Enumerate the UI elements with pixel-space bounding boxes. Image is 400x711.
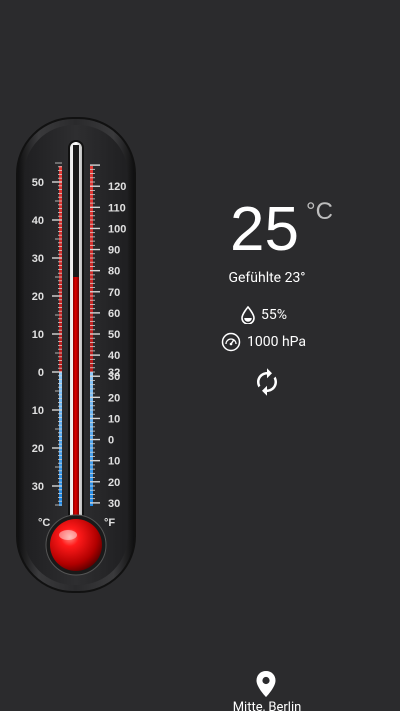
location-pin-icon[interactable]: [255, 670, 277, 698]
refresh-icon: [257, 368, 277, 396]
celsius-tick-label: 10: [32, 405, 44, 417]
bulb-highlight: [59, 530, 77, 540]
fahrenheit-tick-label: 70: [108, 287, 120, 299]
fahrenheit-tick-label: 60: [108, 308, 120, 320]
fahrenheit-tick-label: 30: [108, 498, 120, 510]
fahrenheit-tick-label: 10: [108, 413, 120, 425]
thermometer-widget: 50403020100102030 1201101009080706050403…: [16, 117, 136, 593]
temperature-value: 25: [230, 195, 299, 264]
water-drop-icon: [241, 306, 255, 324]
pressure-row: 1000 hPa: [221, 331, 306, 353]
fahrenheit-tick-label: 110: [108, 202, 126, 214]
celsius-labels: 50 40 30 20 10 0 10 20 30: [32, 177, 44, 493]
fahrenheit-tick-label: 40: [108, 350, 120, 362]
celsius-tick-label: 40: [32, 215, 44, 227]
location-label[interactable]: Mitte, Berlin: [200, 700, 334, 711]
fahrenheit-tick-label: 50: [108, 329, 120, 341]
celsius-tick-label: 30: [32, 253, 44, 265]
fahrenheit-warm-bar: [90, 166, 93, 372]
celsius-tick-label: 20: [32, 291, 44, 303]
humidity-row: 55%: [241, 304, 287, 326]
celsius-unit-label: °C: [38, 517, 50, 529]
fahrenheit-tick-label: 120: [108, 181, 126, 193]
fahrenheit-tick-label: 20: [108, 477, 120, 489]
gauge-icon: [221, 332, 241, 352]
mercury-column: [73, 277, 79, 540]
feels-like-label: Gefühlte 23°: [228, 270, 306, 286]
fahrenheit-tick-label: 90: [108, 245, 120, 257]
celsius-tick-label: 20: [32, 443, 44, 455]
fahrenheit-tick-label: 10: [108, 456, 120, 468]
app-screen: 50 40 30 20 10 0 10 20 30 120 110 100 90 80 70 60 50 40 3…: [0, 0, 400, 711]
temperature-unit: °C: [306, 198, 333, 225]
fahrenheit-tick-label: 100: [108, 223, 126, 235]
fahrenheit-tick-label: 0: [108, 435, 114, 447]
celsius-tick-label: 0: [38, 367, 44, 379]
thermometer-bulb: [50, 519, 102, 571]
fahrenheit-tick-label: 80: [108, 266, 120, 278]
temperature-display: 25 °C: [200, 190, 400, 280]
refresh-button[interactable]: [250, 365, 284, 399]
humidity-value: 55%: [261, 307, 287, 323]
fahrenheit-tick-label: 30: [108, 371, 120, 383]
celsius-tick-label: 10: [32, 329, 44, 341]
pressure-value: 1000 hPa: [247, 334, 307, 350]
fahrenheit-unit-label: °F: [104, 517, 115, 529]
celsius-tick-label: 30: [32, 481, 44, 493]
celsius-tick-label: 50: [32, 177, 44, 189]
fahrenheit-tick-label: 20: [108, 392, 120, 404]
